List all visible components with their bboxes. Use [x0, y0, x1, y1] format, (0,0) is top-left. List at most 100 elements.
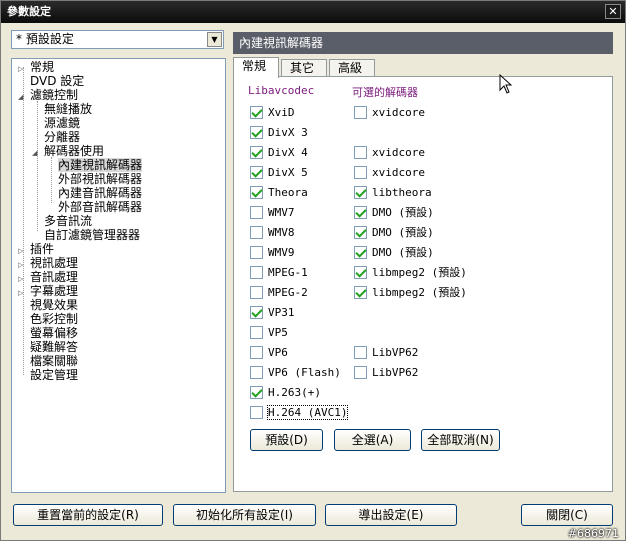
libavcodec-checkbox[interactable]: DivX 5	[250, 166, 308, 180]
optional-decoder-checkbox[interactable]: DMO (預設)	[354, 246, 434, 260]
unchecked-box-icon[interactable]	[250, 226, 263, 239]
tree-item[interactable]: 疑難解答	[18, 340, 78, 354]
libavcodec-checkbox[interactable]: VP31	[250, 306, 295, 320]
close-button[interactable]: 關閉(C)	[521, 504, 613, 526]
tree-item[interactable]: 檔案關聯	[18, 354, 78, 368]
collapse-arrow-icon[interactable]: ◢	[18, 90, 30, 104]
checked-box-icon[interactable]	[250, 186, 263, 199]
checked-box-icon[interactable]	[354, 206, 367, 219]
tree-item[interactable]: ▷ 插件	[18, 242, 54, 256]
checked-box-icon[interactable]	[354, 286, 367, 299]
libavcodec-checkbox[interactable]: WMV8	[250, 226, 295, 240]
tree-item[interactable]: ▷ 視訊處理	[18, 256, 78, 270]
unchecked-box-icon[interactable]	[250, 266, 263, 279]
settings-tree[interactable]: ▷ 常規 DVD 設定 ◢ 濾鏡控制 無縫播放 源濾鏡 分離器 ◢ 解碼器使用 內建視訊解碼器 外部視…	[11, 58, 226, 493]
tree-item[interactable]: 螢幕偏移	[18, 326, 78, 340]
tab-other[interactable]: 其它	[281, 59, 327, 77]
checkbox-label: xvidcore	[372, 106, 425, 119]
libavcodec-checkbox[interactable]: MPEG-2	[250, 286, 308, 300]
tab-general[interactable]: 常規	[233, 57, 279, 78]
checked-box-icon[interactable]	[250, 106, 263, 119]
optional-decoder-checkbox[interactable]: libmpeg2 (預設)	[354, 266, 467, 280]
optional-decoder-checkbox[interactable]: xvidcore	[354, 146, 425, 160]
tree-item-label: 視覺效果	[30, 298, 79, 312]
unchecked-box-icon[interactable]	[250, 206, 263, 219]
tree-item[interactable]: 視覺效果	[18, 298, 78, 312]
unchecked-box-icon[interactable]	[250, 366, 263, 379]
checked-box-icon[interactable]	[354, 246, 367, 259]
checked-box-icon[interactable]	[250, 386, 263, 399]
tree-item-label: 自訂濾鏡管理器器	[44, 228, 141, 242]
unchecked-box-icon[interactable]	[354, 106, 367, 119]
optional-decoder-checkbox[interactable]: LibVP62	[354, 346, 418, 360]
checked-box-icon[interactable]	[250, 146, 263, 159]
tree-item-label: 解碼器使用	[44, 144, 105, 158]
tree-item[interactable]: DVD 設定	[18, 74, 84, 88]
unchecked-box-icon[interactable]	[354, 366, 367, 379]
libavcodec-checkbox[interactable]: VP6	[250, 346, 288, 360]
checked-box-icon[interactable]	[250, 126, 263, 139]
optional-decoder-checkbox[interactable]: LibVP62	[354, 366, 418, 380]
libavcodec-checkbox[interactable]: MPEG-1	[250, 266, 308, 280]
libavcodec-checkbox[interactable]: XviD	[250, 106, 295, 120]
optional-decoder-checkbox[interactable]: DMO (預設)	[354, 206, 434, 220]
tree-item[interactable]: 無縫播放	[32, 102, 92, 116]
unchecked-box-icon[interactable]	[354, 166, 367, 179]
export-settings-button[interactable]: 導出設定(E)	[325, 504, 457, 526]
tree-item[interactable]: ▷ 常規	[18, 60, 54, 74]
init-all-button[interactable]: 初始化所有設定(I)	[173, 504, 316, 526]
libavcodec-checkbox[interactable]: Theora	[250, 186, 308, 200]
unchecked-box-icon[interactable]	[354, 346, 367, 359]
unchecked-box-icon[interactable]	[250, 346, 263, 359]
tree-item[interactable]: ▷ 字幕處理	[18, 284, 78, 298]
chevron-down-icon[interactable]: ▼	[207, 32, 222, 47]
optional-decoder-checkbox[interactable]: libtheora	[354, 186, 432, 200]
checked-box-icon[interactable]	[250, 306, 263, 319]
libavcodec-checkbox[interactable]: DivX 4	[250, 146, 308, 160]
tree-item-label: DVD 設定	[30, 74, 85, 88]
tree-item[interactable]: 外部視訊解碼器	[46, 172, 142, 186]
reset-current-button[interactable]: 重置當前的設定(R)	[13, 504, 163, 526]
libavcodec-checkbox[interactable]: H.264 (AVC1)	[250, 405, 349, 420]
libavcodec-checkbox[interactable]: WMV7	[250, 206, 295, 220]
tree-item[interactable]: 外部音訊解碼器	[46, 200, 142, 214]
collapse-arrow-icon[interactable]: ◢	[32, 146, 44, 160]
libavcodec-checkbox[interactable]: WMV9	[250, 246, 295, 260]
tree-item[interactable]: 內建視訊解碼器	[46, 158, 143, 172]
optional-decoder-checkbox[interactable]: xvidcore	[354, 106, 425, 120]
checked-box-icon[interactable]	[354, 186, 367, 199]
preset-select[interactable]: * 預設設定 ▼	[11, 30, 224, 49]
tree-item[interactable]: 自訂濾鏡管理器器	[32, 228, 140, 242]
tree-item-label: 檔案關聯	[30, 354, 79, 368]
libavcodec-checkbox[interactable]: VP6 (Flash)	[250, 366, 341, 380]
select-all-button[interactable]: 全選(A)	[334, 429, 411, 451]
unchecked-box-icon[interactable]	[250, 406, 263, 419]
libavcodec-checkbox[interactable]: DivX 3	[250, 126, 308, 140]
checked-box-icon[interactable]	[354, 226, 367, 239]
unchecked-box-icon[interactable]	[250, 286, 263, 299]
default-button[interactable]: 預設(D)	[250, 429, 323, 451]
tree-item[interactable]: 內建音訊解碼器	[46, 186, 142, 200]
close-window-button[interactable]: ✕	[605, 4, 621, 19]
tree-item[interactable]: 源濾鏡	[32, 116, 80, 130]
tree-item[interactable]: ◢ 濾鏡控制	[18, 88, 78, 102]
tree-item[interactable]: 分離器	[32, 130, 80, 144]
tab-advanced[interactable]: 高級	[329, 59, 375, 77]
tree-item[interactable]: 色彩控制	[18, 312, 78, 326]
unchecked-box-icon[interactable]	[354, 146, 367, 159]
clear-all-button[interactable]: 全部取消(N)	[421, 429, 500, 451]
unchecked-box-icon[interactable]	[250, 326, 263, 339]
tree-item[interactable]: 設定管理	[18, 368, 78, 382]
tree-item[interactable]: ◢ 解碼器使用	[32, 144, 104, 158]
tree-item[interactable]: ▷ 音訊處理	[18, 270, 78, 284]
checkbox-label: Theora	[268, 186, 308, 199]
checked-box-icon[interactable]	[354, 266, 367, 279]
libavcodec-checkbox[interactable]: VP5	[250, 326, 288, 340]
checked-box-icon[interactable]	[250, 166, 263, 179]
optional-decoder-checkbox[interactable]: libmpeg2 (預設)	[354, 286, 467, 300]
optional-decoder-checkbox[interactable]: DMO (預設)	[354, 226, 434, 240]
tree-item[interactable]: 多音訊流	[32, 214, 92, 228]
optional-decoder-checkbox[interactable]: xvidcore	[354, 166, 425, 180]
libavcodec-checkbox[interactable]: H.263(+)	[250, 386, 321, 400]
unchecked-box-icon[interactable]	[250, 246, 263, 259]
